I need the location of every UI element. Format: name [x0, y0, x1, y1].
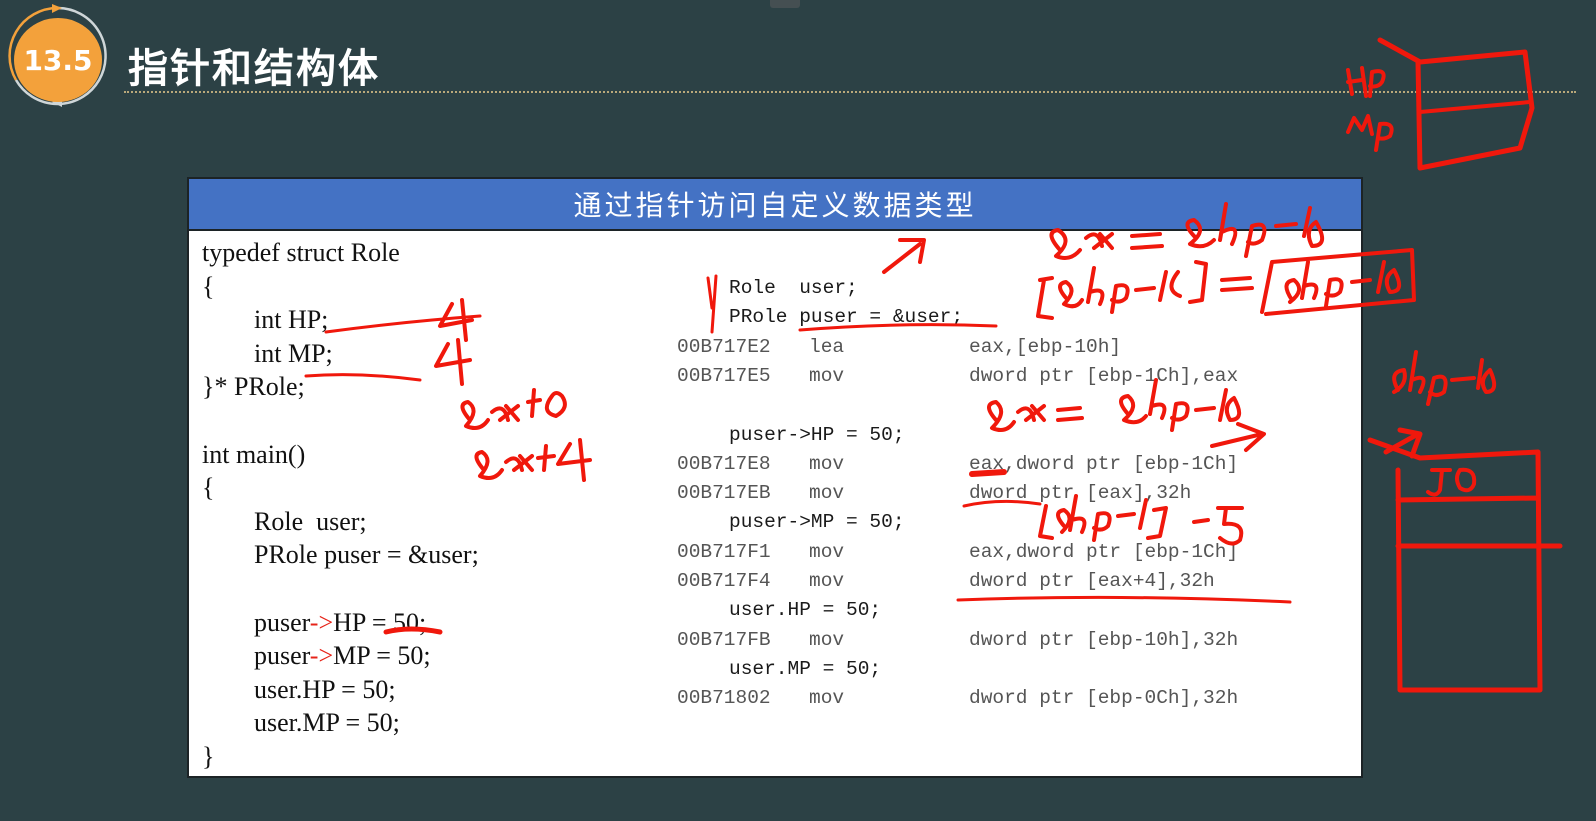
address: 00B717FB — [677, 628, 771, 651]
section-number: 13.5 — [14, 18, 102, 102]
ink-ebp-label — [1392, 350, 1497, 406]
disassembly-instruction: 00B717F4 mov dword ptr [eax+4],32h — [677, 568, 1317, 594]
opcode: mov — [809, 628, 845, 651]
address: 00B717E8 — [677, 452, 771, 475]
source-line: puser->HP = 50; — [202, 607, 427, 637]
ink-stack-box — [1367, 437, 1563, 693]
disassembly-instruction: 00B717FB mov dword ptr [ebp-10h],32h — [677, 627, 1317, 653]
address: 00B717F4 — [677, 570, 771, 592]
operands: eax,dword ptr [ebp-1Ch] — [969, 540, 1239, 563]
source-line: } — [202, 742, 215, 771]
disassembly-instruction: 00B717F1 mov eax,dword ptr [ebp-1Ch] — [677, 539, 1317, 565]
code-panel: 通过指针访问自定义数据类型 typedef struct Role { int H… — [187, 177, 1363, 778]
opcode: mov — [809, 364, 845, 387]
source-line: }* PRole; — [202, 372, 305, 402]
disassembly-blank — [677, 392, 1317, 418]
disassembly-instruction: 00B717E2 lea eax,[ebp-10h] — [677, 334, 1317, 360]
disassembly-instruction: 00B717E5 mov dword ptr [ebp-1Ch],eax — [677, 363, 1317, 389]
operands: dword ptr [eax+4],32h — [969, 570, 1215, 592]
top-tab[interactable] — [770, 0, 800, 8]
operands: dword ptr [eax],32h — [969, 482, 1192, 505]
arrow-operator: -> — [309, 641, 334, 671]
source-line: { — [202, 473, 215, 503]
source-line: int MP; — [202, 338, 333, 368]
opcode: mov — [809, 687, 845, 710]
source-text: PRole puser = &user; — [729, 306, 964, 329]
source-line: { — [202, 271, 215, 301]
opcode: mov — [809, 452, 845, 475]
ink-struct-divider — [1418, 100, 1532, 114]
source-line: int HP; — [202, 305, 329, 335]
disassembly-source-line: user.HP = 50; — [677, 597, 1317, 623]
source-line: PRole puser = &user; — [202, 540, 479, 570]
source-line: user.HP = 50; — [202, 674, 396, 704]
ink-struct-box — [1377, 37, 1535, 171]
opcode: mov — [809, 540, 845, 563]
operands: dword ptr [ebp-0Ch],32h — [969, 687, 1239, 710]
source-text: puser->MP = 50; — [729, 511, 905, 534]
ink-stack-arrow — [1383, 427, 1423, 459]
disassembly-instruction: 00B717E8 mov eax,dword ptr [ebp-1Ch] — [677, 451, 1317, 477]
operands: eax,dword ptr [ebp-1Ch] — [969, 452, 1239, 475]
source-line: Role user; — [202, 506, 367, 536]
disassembly-source-line: user.MP = 50; — [677, 656, 1317, 682]
address: 00B71802 — [677, 687, 771, 710]
source-text: user.MP = 50; — [729, 657, 882, 680]
source-line: int main() — [202, 439, 306, 469]
operands: dword ptr [ebp-10h],32h — [969, 628, 1239, 651]
source-text: puser->HP = 50; — [729, 423, 905, 446]
operands: eax,[ebp-10h] — [969, 335, 1122, 358]
address: 00B717F1 — [677, 540, 771, 563]
title-divider — [124, 91, 1576, 93]
source-text: Role user; — [729, 277, 858, 299]
address: 00B717E2 — [677, 335, 771, 358]
section-badge: 13.5 — [6, 4, 110, 108]
opcode: lea — [809, 335, 845, 358]
source-line: typedef struct Role — [202, 238, 400, 267]
address: 00B717EB — [677, 482, 771, 505]
ink-stack-value — [1426, 467, 1477, 497]
source-text: user.HP = 50; — [729, 599, 882, 622]
panel-header: 通过指针访问自定义数据类型 — [189, 179, 1361, 231]
slide-title: 指针和结构体 — [128, 46, 380, 92]
source-line: user.MP = 50; — [202, 708, 400, 738]
disassembly-source-line: puser->HP = 50; — [677, 422, 1317, 448]
arrow-operator: -> — [309, 607, 334, 637]
disassembly-source-line: puser->MP = 50; — [677, 509, 1317, 535]
address: 00B717E5 — [677, 364, 771, 387]
disassembly-instruction: 00B717EB mov dword ptr [eax],32h — [677, 480, 1317, 506]
opcode: mov — [809, 570, 845, 592]
source-line: puser->MP = 50; — [202, 641, 431, 671]
disassembly-source-line: PRole puser = &user; — [677, 304, 1317, 330]
disassembly-instruction: 00B71802 mov dword ptr [ebp-0Ch],32h — [677, 685, 1317, 711]
opcode: mov — [809, 482, 845, 505]
ink-mp-label — [1346, 114, 1394, 152]
disassembly-source-line: Role user; — [677, 275, 1317, 301]
operands: dword ptr [ebp-1Ch],eax — [969, 364, 1239, 387]
